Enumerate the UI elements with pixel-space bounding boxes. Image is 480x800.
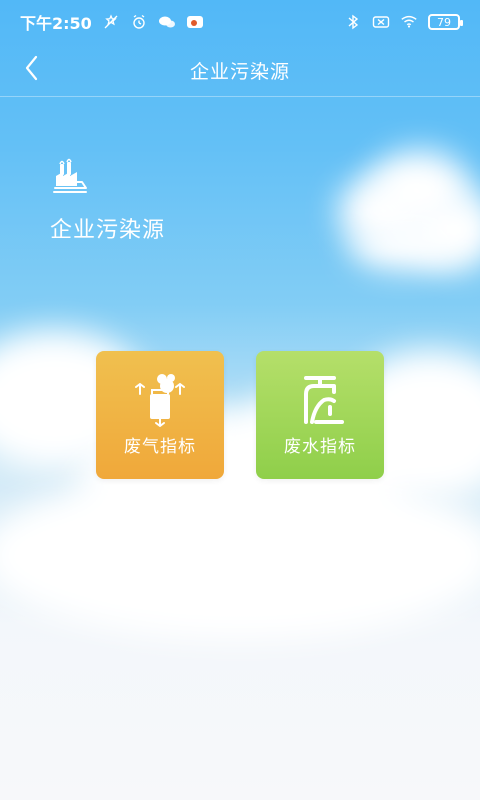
section-header: 企业污染源 <box>50 158 165 244</box>
page-title: 企业污染源 <box>189 60 290 83</box>
do-not-disturb-icon <box>102 13 120 31</box>
chevron-left-icon <box>22 54 42 86</box>
weibo-icon <box>186 13 204 31</box>
gas-indicator-tile[interactable]: 废气指标 <box>96 351 224 479</box>
battery-indicator: 79 <box>428 14 463 30</box>
gas-indicator-label: 废气指标 <box>124 436 196 457</box>
wechat-icon <box>158 13 176 31</box>
water-indicator-tile[interactable]: 废水指标 <box>256 351 384 479</box>
no-sim-icon <box>372 13 390 31</box>
factory-icon <box>50 158 90 198</box>
cloud-background <box>0 0 480 800</box>
alarm-icon <box>130 13 148 31</box>
back-button[interactable] <box>18 54 46 86</box>
bluetooth-icon <box>344 13 362 31</box>
status-bar: 下午2:50 79 <box>0 0 480 44</box>
status-time: 下午2:50 <box>20 14 92 33</box>
faucet-icon <box>288 370 352 428</box>
chimney-smoke-icon <box>128 370 192 428</box>
wifi-icon <box>400 13 418 31</box>
water-indicator-label: 废水指标 <box>284 436 356 457</box>
section-title: 企业污染源 <box>50 218 166 243</box>
navigation-bar: 企业污染源 <box>0 44 480 97</box>
